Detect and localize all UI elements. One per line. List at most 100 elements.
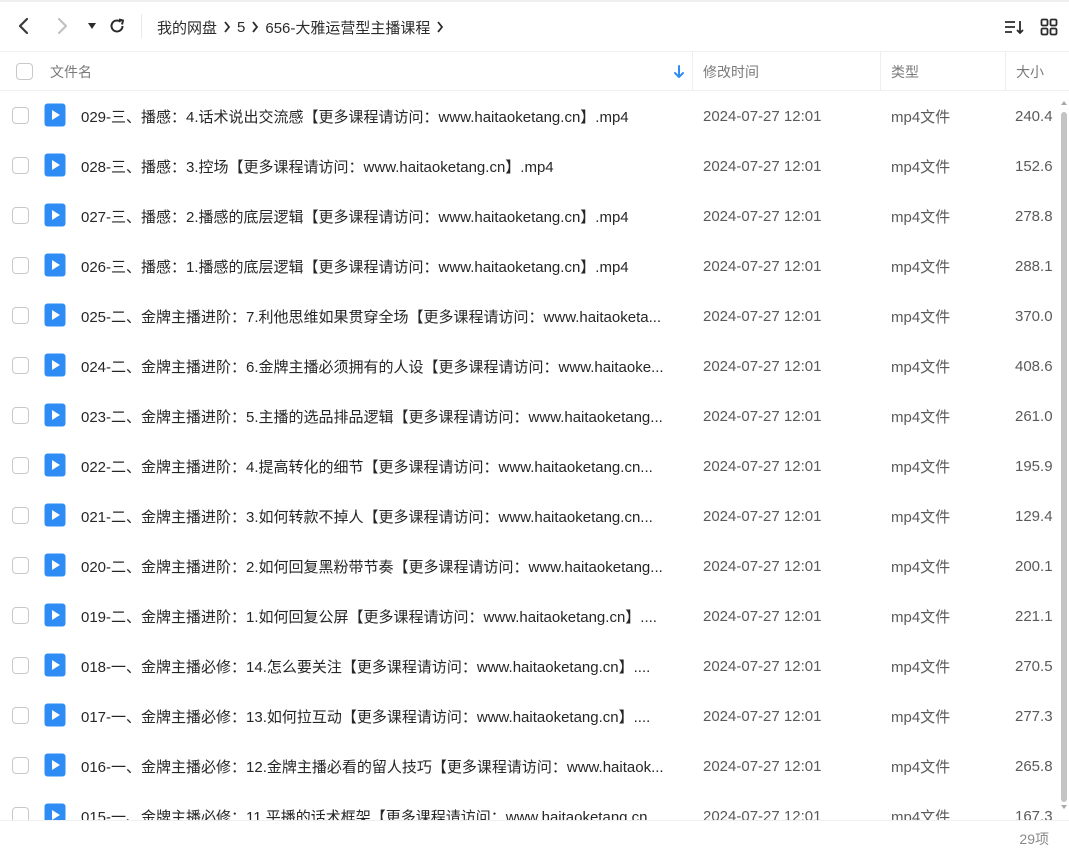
column-header-modified[interactable]: 修改时间 xyxy=(703,52,759,91)
file-modified-time: 2024-07-27 12:01 xyxy=(703,257,822,275)
file-name[interactable]: 022-二、金牌主播进阶：4.提高转化的细节【更多课程请访问：www.haita… xyxy=(81,441,683,491)
file-name[interactable]: 020-二、金牌主播进阶：2.如何回复黑粉带节奏【更多课程请访问：www.hai… xyxy=(81,541,683,591)
sort-list-icon xyxy=(1005,21,1024,35)
sort-button[interactable] xyxy=(1002,15,1026,39)
video-file-icon xyxy=(44,103,66,127)
file-size: 277.3 xyxy=(1015,707,1053,725)
table-row[interactable]: 015-一、金牌主播必修：11.平播的话术框架【更多课程请访问：www.hait… xyxy=(0,791,1058,820)
column-header-type[interactable]: 类型 xyxy=(891,52,919,91)
row-checkbox[interactable] xyxy=(12,657,29,674)
caret-down-icon xyxy=(88,23,96,29)
file-name[interactable]: 023-二、金牌主播进阶：5.主播的选品排品逻辑【更多课程请访问：www.hai… xyxy=(81,391,683,441)
row-checkbox[interactable] xyxy=(12,457,29,474)
table-row[interactable]: 023-二、金牌主播进阶：5.主播的选品排品逻辑【更多课程请访问：www.hai… xyxy=(0,391,1058,441)
file-modified-time: 2024-07-27 12:01 xyxy=(703,557,822,575)
history-dropdown-button[interactable] xyxy=(80,14,104,38)
column-header-size[interactable]: 大小 xyxy=(1016,52,1044,91)
file-name[interactable]: 015-一、金牌主播必修：11.平播的话术框架【更多课程请访问：www.hait… xyxy=(81,791,683,821)
row-checkbox[interactable] xyxy=(12,157,29,174)
table-row[interactable]: 020-二、金牌主播进阶：2.如何回复黑粉带节奏【更多课程请访问：www.hai… xyxy=(0,541,1058,591)
table-row[interactable]: 025-二、金牌主播进阶：7.利他思维如果贯穿全场【更多课程请访问：www.ha… xyxy=(0,291,1058,341)
breadcrumb: 我的网盘 5 656-大雅运营型主播课程 xyxy=(157,16,450,38)
table-row[interactable]: 022-二、金牌主播进阶：4.提高转化的细节【更多课程请访问：www.haita… xyxy=(0,441,1058,491)
column-divider[interactable] xyxy=(1005,52,1006,91)
file-size: 408.6 xyxy=(1015,357,1053,375)
table-row[interactable]: 016-一、金牌主播必修：12.金牌主播必看的留人技巧【更多课程请访问：www.… xyxy=(0,741,1058,791)
file-type: mp4文件 xyxy=(891,508,951,526)
file-size: 265.8 xyxy=(1015,757,1053,775)
refresh-button[interactable] xyxy=(105,14,129,38)
row-checkbox[interactable] xyxy=(12,407,29,424)
file-name[interactable]: 019-二、金牌主播进阶：1.如何回复公屏【更多课程请访问：www.haitao… xyxy=(81,591,683,641)
file-modified-time: 2024-07-27 12:01 xyxy=(703,657,822,675)
chevron-right-icon[interactable] xyxy=(430,21,450,33)
file-name[interactable]: 027-三、播感：2.播感的底层逻辑【更多课程请访问：www.haitaoket… xyxy=(81,191,683,241)
table-row[interactable]: 017-一、金牌主播必修：13.如何拉互动【更多课程请访问：www.haitao… xyxy=(0,691,1058,741)
table-row[interactable]: 028-三、播感：3.控场【更多课程请访问：www.haitaoketang.c… xyxy=(0,141,1058,191)
file-type: mp4文件 xyxy=(891,808,951,821)
refresh-icon xyxy=(110,18,124,33)
table-row[interactable]: 018-一、金牌主播必修：14.怎么要关注【更多课程请访问：www.haitao… xyxy=(0,641,1058,691)
file-size: 261.0 xyxy=(1015,407,1053,425)
file-size: 240.4 xyxy=(1015,107,1053,125)
file-name[interactable]: 028-三、播感：3.控场【更多课程请访问：www.haitaoketang.c… xyxy=(81,141,683,191)
chevron-right-icon xyxy=(57,17,68,35)
row-checkbox[interactable] xyxy=(12,807,29,820)
table-row[interactable]: 027-三、播感：2.播感的底层逻辑【更多课程请访问：www.haitaoket… xyxy=(0,191,1058,241)
row-checkbox[interactable] xyxy=(12,707,29,724)
row-checkbox[interactable] xyxy=(12,307,29,324)
file-modified-time: 2024-07-27 12:01 xyxy=(703,707,822,725)
table-row[interactable]: 026-三、播感：1.播感的底层逻辑【更多课程请访问：www.haitaoket… xyxy=(0,241,1058,291)
file-name[interactable]: 026-三、播感：1.播感的底层逻辑【更多课程请访问：www.haitaoket… xyxy=(81,241,683,291)
file-size: 167.3 xyxy=(1015,807,1053,821)
toolbar-separator xyxy=(141,14,142,38)
breadcrumb-item-root[interactable]: 我的网盘 xyxy=(157,17,217,38)
video-file-icon xyxy=(44,753,66,777)
select-all-checkbox[interactable] xyxy=(16,63,33,80)
video-file-icon xyxy=(44,703,66,727)
sort-desc-icon[interactable] xyxy=(673,64,685,80)
breadcrumb-item-folder-5[interactable]: 5 xyxy=(237,19,245,36)
row-checkbox[interactable] xyxy=(12,557,29,574)
row-checkbox[interactable] xyxy=(12,107,29,124)
file-name[interactable]: 016-一、金牌主播必修：12.金牌主播必看的留人技巧【更多课程请访问：www.… xyxy=(81,741,683,791)
file-modified-time: 2024-07-27 12:01 xyxy=(703,157,822,175)
grid-view-icon xyxy=(1040,18,1058,36)
grid-view-button[interactable] xyxy=(1037,15,1061,39)
row-checkbox[interactable] xyxy=(12,507,29,524)
table-row[interactable]: 019-二、金牌主播进阶：1.如何回复公屏【更多课程请访问：www.haitao… xyxy=(0,591,1058,641)
table-row[interactable]: 024-二、金牌主播进阶：6.金牌主播必须拥有的人设【更多课程请访问：www.h… xyxy=(0,341,1058,391)
file-name[interactable]: 025-二、金牌主播进阶：7.利他思维如果贯穿全场【更多课程请访问：www.ha… xyxy=(81,291,683,341)
row-checkbox[interactable] xyxy=(12,257,29,274)
row-checkbox[interactable] xyxy=(12,757,29,774)
file-name[interactable]: 017-一、金牌主播必修：13.如何拉互动【更多课程请访问：www.haitao… xyxy=(81,691,683,741)
row-checkbox[interactable] xyxy=(12,207,29,224)
scroll-up-arrow-icon[interactable] xyxy=(1059,98,1069,108)
file-modified-time: 2024-07-27 12:01 xyxy=(703,807,822,821)
table-row[interactable]: 029-三、播感：4.话术说出交流感【更多课程请访问：www.haitaoket… xyxy=(0,91,1058,141)
file-type: mp4文件 xyxy=(891,458,951,476)
back-button[interactable] xyxy=(12,14,36,38)
file-name[interactable]: 029-三、播感：4.话术说出交流感【更多课程请访问：www.haitaoket… xyxy=(81,91,683,141)
file-type: mp4文件 xyxy=(891,208,951,226)
file-size: 195.9 xyxy=(1015,457,1053,475)
video-file-icon xyxy=(44,403,66,427)
file-name[interactable]: 024-二、金牌主播进阶：6.金牌主播必须拥有的人设【更多课程请访问：www.h… xyxy=(81,341,683,391)
forward-button[interactable] xyxy=(50,14,74,38)
scroll-down-arrow-icon[interactable] xyxy=(1059,802,1069,812)
file-name[interactable]: 021-二、金牌主播进阶：3.如何转款不掉人【更多课程请访问：www.haita… xyxy=(81,491,683,541)
breadcrumb-item-current[interactable]: 656-大雅运营型主播课程 xyxy=(265,17,430,38)
row-checkbox[interactable] xyxy=(12,607,29,624)
column-divider[interactable] xyxy=(692,52,693,91)
column-divider[interactable] xyxy=(880,52,881,91)
file-type: mp4文件 xyxy=(891,558,951,576)
column-header-name[interactable]: 文件名 xyxy=(50,52,92,91)
scrollbar-thumb[interactable] xyxy=(1061,112,1067,802)
file-size: 270.5 xyxy=(1015,657,1053,675)
row-checkbox[interactable] xyxy=(12,357,29,374)
file-modified-time: 2024-07-27 12:01 xyxy=(703,607,822,625)
item-count: 29项 xyxy=(1019,831,1049,847)
file-name[interactable]: 018-一、金牌主播必修：14.怎么要关注【更多课程请访问：www.haitao… xyxy=(81,641,683,691)
table-row[interactable]: 021-二、金牌主播进阶：3.如何转款不掉人【更多课程请访问：www.haita… xyxy=(0,491,1058,541)
file-list: 029-三、播感：4.话术说出交流感【更多课程请访问：www.haitaoket… xyxy=(0,91,1058,820)
